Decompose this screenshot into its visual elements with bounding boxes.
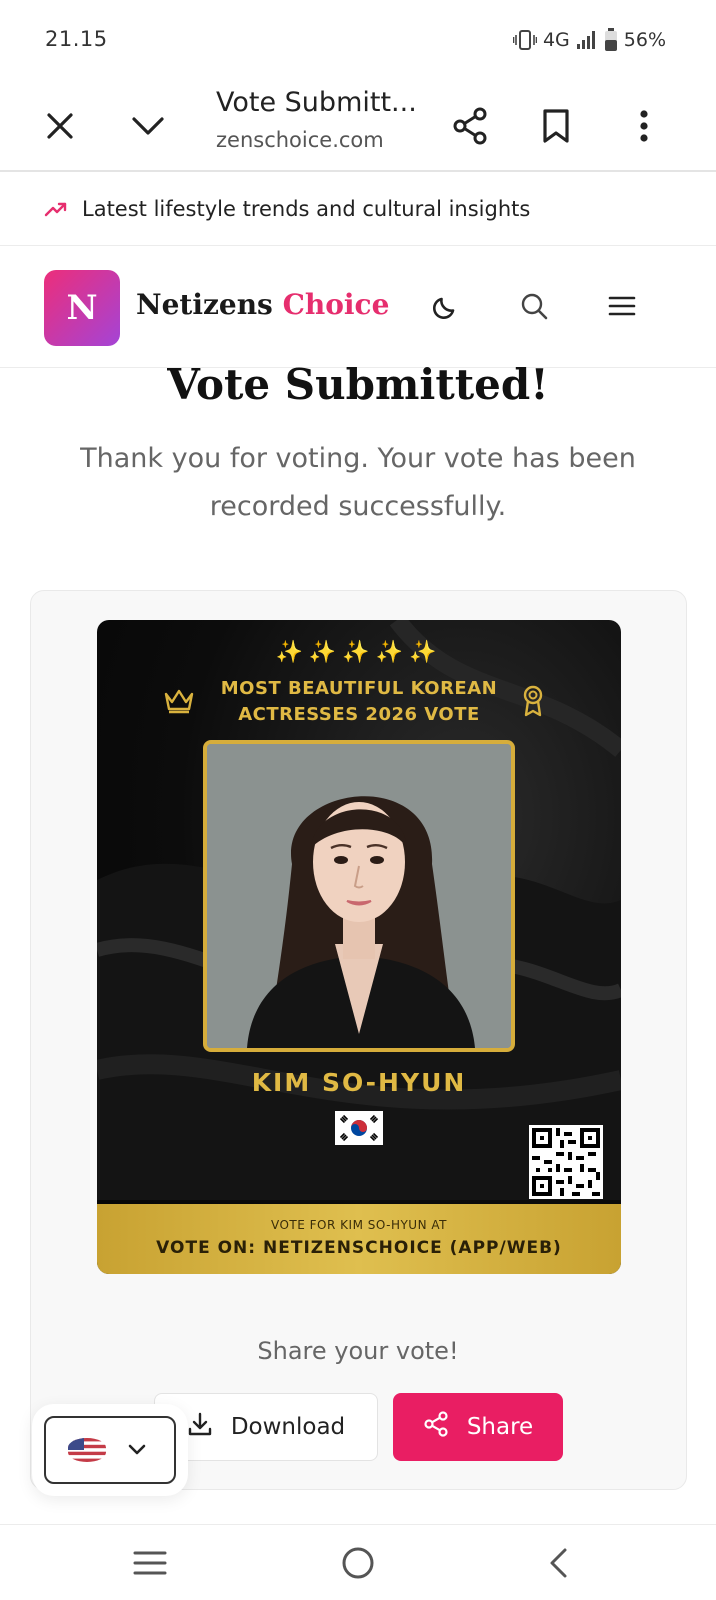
award-ribbon-icon [521, 684, 545, 722]
share-icon [423, 1411, 449, 1443]
download-label: Download [230, 1414, 346, 1440]
band-subtitle: VOTE FOR KIM SO-HYUN AT [270, 1218, 447, 1232]
band-title: VOTE ON: NETIZENSCHOICE (APP/WEB) [156, 1238, 562, 1258]
page-title-tab[interactable]: Vote Submitt... [216, 87, 417, 118]
chevron-down-icon[interactable] [124, 102, 172, 150]
menu-icon[interactable] [600, 284, 644, 328]
vote-card-heading: MOST BEAUTIFUL KOREAN ACTRESSES 2026 VOT… [207, 676, 511, 728]
close-icon[interactable] [36, 102, 84, 150]
share-caption: Share your vote! [257, 1337, 459, 1365]
heading-line-2: ACTRESSES 2026 VOTE [238, 704, 480, 725]
confirmation-message: Thank you for voting. Your vote has been… [80, 443, 636, 522]
trending-up-icon [44, 197, 68, 221]
browser-toolbar: Vote Submitt... zenschoice.com [0, 80, 716, 172]
us-flag-icon [68, 1438, 106, 1462]
share-label: Share [466, 1414, 534, 1440]
search-icon[interactable] [512, 284, 556, 328]
download-icon [187, 1411, 213, 1443]
network-type: 4G [542, 29, 570, 51]
chevron-down-icon [128, 1441, 146, 1460]
more-vert-icon[interactable] [620, 102, 668, 150]
share-icon[interactable] [446, 102, 494, 150]
recents-icon[interactable] [128, 1541, 172, 1585]
back-icon[interactable] [536, 1541, 580, 1585]
site-name-part1: Netizens [136, 288, 273, 321]
portrait-illustration [207, 744, 511, 1048]
status-time: 21.15 [45, 27, 108, 51]
actress-name: KIM SO-HYUN [251, 1068, 467, 1097]
system-nav-bar [0, 1524, 716, 1600]
sparkle-icons: ✨✨✨✨✨ [275, 640, 443, 665]
site-name[interactable]: Netizens Choice [136, 288, 389, 321]
vote-cta-band: VOTE FOR KIM SO-HYUN AT VOTE ON: NETIZEN… [97, 1204, 621, 1274]
battery-percent: 56% [623, 29, 666, 51]
korea-flag-icon [335, 1111, 383, 1145]
share-button[interactable]: Share [393, 1393, 563, 1461]
trending-text: Latest lifestyle trends and cultural ins… [82, 196, 531, 221]
site-header: N Netizens Choice [0, 246, 716, 368]
signal-icon [576, 30, 598, 50]
bookmark-icon[interactable] [532, 102, 580, 150]
page-title: Vote Submitted! [167, 360, 549, 409]
site-logo[interactable]: N [44, 270, 120, 346]
actress-photo [203, 740, 515, 1052]
heading-line-1: MOST BEAUTIFUL KOREAN [220, 678, 498, 699]
vote-card: ✨✨✨✨✨ MOST BEAUTIFUL KOREAN ACTRESSES 20… [97, 620, 621, 1274]
page-url[interactable]: zenschoice.com [216, 128, 384, 152]
vibrate-icon [512, 29, 537, 51]
crown-icon [163, 686, 195, 718]
status-indicators: 4G 56% [512, 28, 666, 52]
home-icon[interactable] [336, 1541, 380, 1585]
qr-code [529, 1125, 603, 1199]
site-name-part2: Choice [282, 288, 390, 321]
language-selector[interactable] [44, 1416, 176, 1484]
trending-banner[interactable]: Latest lifestyle trends and cultural ins… [0, 172, 716, 246]
download-button[interactable]: Download [154, 1393, 378, 1461]
status-bar: 21.15 4G 56% [0, 0, 716, 80]
battery-icon [604, 28, 618, 52]
moon-icon[interactable] [424, 284, 468, 328]
